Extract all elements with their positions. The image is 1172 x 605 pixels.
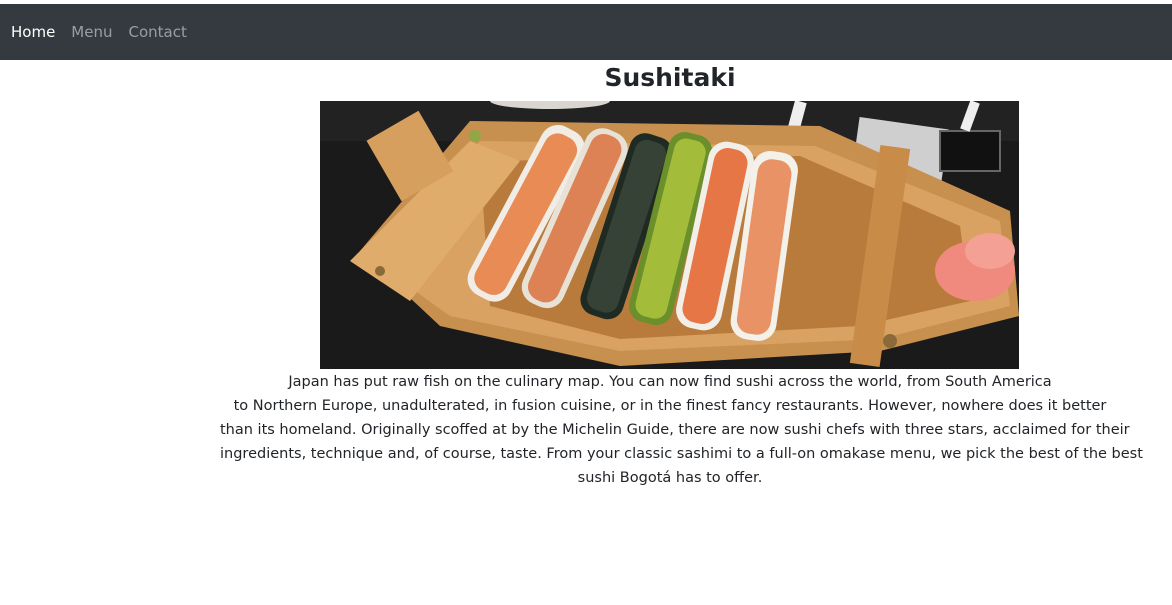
nav-link-contact[interactable]: Contact [128, 22, 186, 42]
hero-image [320, 101, 1019, 369]
intro-line: to Northern Europe, unadulterated, in fu… [233, 398, 1107, 414]
intro-line: Japan has put raw fish on the culinary m… [288, 374, 1052, 390]
page-title: Sushitaki [604, 63, 736, 92]
intro-line: sushi Bogotá has to offer. [577, 470, 763, 486]
intro-line: than its homeland. Originally scoffed at… [220, 422, 1130, 438]
sushi-boat-photo-icon [320, 101, 1019, 369]
nav-link-home[interactable]: Home [11, 22, 55, 42]
intro-paragraph: Japan has put raw fish on the culinary m… [220, 370, 1143, 490]
intro-line: ingredients, technique and, of course, t… [220, 446, 1143, 462]
navbar: Home Menu Contact [0, 4, 1172, 60]
nav-link-menu[interactable]: Menu [71, 22, 112, 42]
